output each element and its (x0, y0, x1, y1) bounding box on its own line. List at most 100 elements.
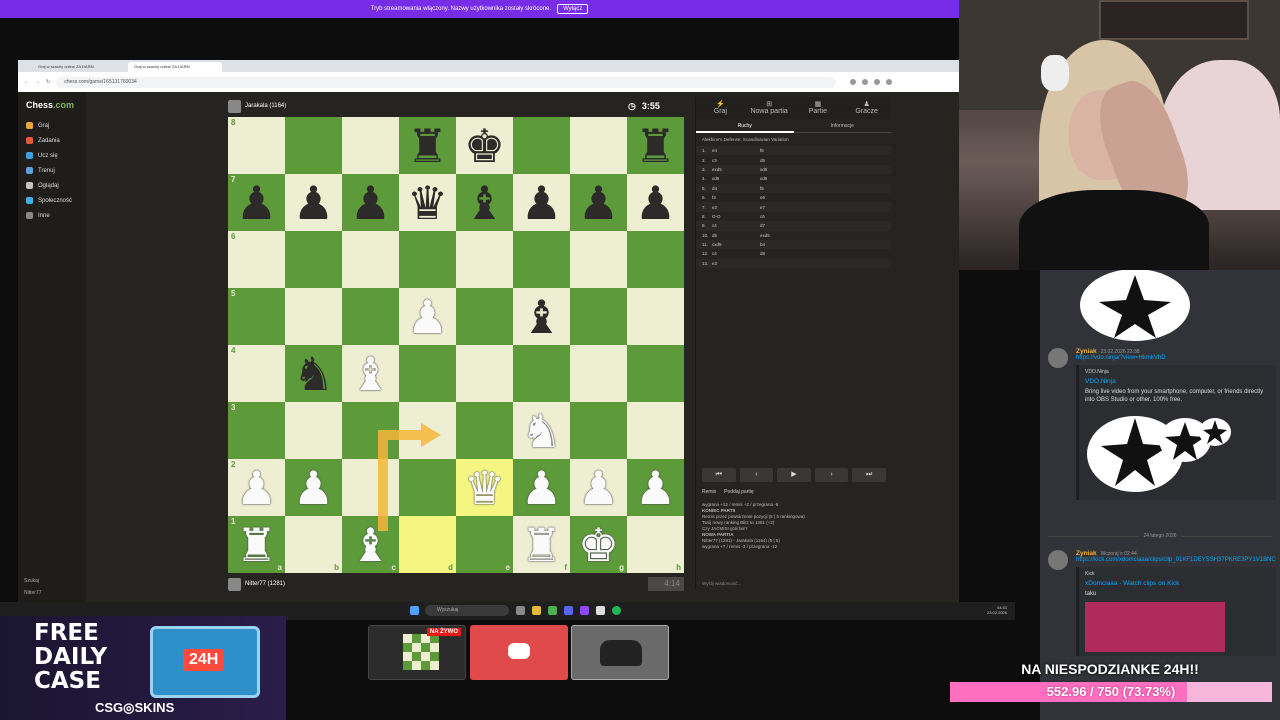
white-move[interactable]: xd5 (712, 176, 760, 181)
prev-move-button[interactable]: ‹ (739, 468, 774, 482)
square-e2[interactable]: ♛ (456, 459, 513, 516)
black-move[interactable]: exd5 (760, 233, 808, 238)
tab-players[interactable]: ♟ Gracze (842, 97, 891, 119)
square-g7[interactable]: ♟ (570, 174, 627, 231)
tab-info[interactable]: Informacje (794, 123, 892, 129)
square-c8[interactable] (342, 117, 399, 174)
square-f8[interactable] (513, 117, 570, 174)
white-pawn-icon[interactable]: ♟ (521, 465, 562, 511)
square-b2[interactable]: ♟ (285, 459, 342, 516)
app-icon[interactable] (596, 606, 605, 615)
url-input[interactable]: chess.com/game/165131760034 (56, 76, 837, 88)
browser-tab[interactable]: Graj w szachy online ZA DARM (32, 62, 126, 72)
square-b3[interactable] (285, 402, 342, 459)
black-move[interactable]: d5 (760, 158, 808, 163)
start-icon[interactable] (410, 606, 419, 615)
black-pawn-icon[interactable]: ♟ (635, 180, 676, 226)
app-icon[interactable] (564, 606, 573, 615)
square-e8[interactable]: ♚ (456, 117, 513, 174)
black-pawn-icon[interactable]: ♟ (293, 180, 334, 226)
taskview-icon[interactable] (516, 606, 525, 615)
sidebar-item-watch[interactable]: Oglądaj (18, 178, 86, 193)
white-move[interactable]: d4 (712, 186, 760, 191)
square-b8[interactable] (285, 117, 342, 174)
black-pawn-icon[interactable]: ♟ (521, 180, 562, 226)
square-d8[interactable]: ♜ (399, 117, 456, 174)
black-pawn-icon[interactable]: ♟ (578, 180, 619, 226)
sidebar-item-more[interactable]: Inne (18, 208, 86, 223)
square-a7[interactable]: ♟ 7 (228, 174, 285, 231)
sidebar-item-train[interactable]: Trenuj (18, 163, 86, 178)
disable-button[interactable]: Wyłącz (557, 4, 589, 14)
extension-icon[interactable] (862, 79, 869, 85)
square-d3[interactable] (399, 402, 456, 459)
black-bishop-icon[interactable]: ♝ (464, 180, 505, 226)
white-move[interactable]: cxd5 (712, 242, 760, 247)
square-h4[interactable] (627, 345, 684, 402)
resign-button[interactable]: Poddaj partię (724, 489, 753, 495)
sidebar-item-play[interactable]: Graj (18, 118, 86, 133)
square-g1[interactable]: ♚ g (570, 516, 627, 573)
white-pawn-icon[interactable]: ♟ (236, 465, 277, 511)
square-e6[interactable] (456, 231, 513, 288)
black-move[interactable]: d8 (760, 251, 808, 256)
square-h6[interactable] (627, 231, 684, 288)
square-g8[interactable] (570, 117, 627, 174)
profile-icon[interactable] (886, 79, 893, 85)
folder-icon[interactable] (532, 606, 541, 615)
square-b7[interactable]: ♟ (285, 174, 342, 231)
square-h8[interactable]: ♜ (627, 117, 684, 174)
forward-icon[interactable]: → (35, 79, 40, 85)
white-pawn-icon[interactable]: ♟ (578, 465, 619, 511)
square-f2[interactable]: ♟ (513, 459, 570, 516)
first-move-button[interactable]: ⏮ (702, 468, 736, 482)
white-rook-icon[interactable]: ♜ (521, 522, 562, 568)
avatar[interactable] (1048, 348, 1068, 368)
search-link[interactable]: Szukaj (24, 578, 42, 584)
black-king-icon[interactable]: ♚ (464, 123, 505, 169)
square-a2[interactable]: ♟ 2 (228, 459, 285, 516)
black-pawn-icon[interactable]: ♟ (236, 180, 277, 226)
white-move[interactable]: exd5 (712, 167, 760, 172)
black-rook-icon[interactable]: ♜ (635, 123, 676, 169)
square-b4[interactable]: ♞ (285, 345, 342, 402)
white-move[interactable]: c4 (712, 251, 760, 256)
white-king-icon[interactable]: ♚ (578, 522, 619, 568)
chess-board[interactable]: 8 ♜ ♚ ♜ ♟ 7 ♟ ♟ ♛ ♝ ♟ ♟ ♟ 6 5 ♟ ♝ 4 ♞ ♝ 3 ♞ ♟ 2 ♟ ♛ ♟ ♟ ♟ ♜ 1 a b ♝ c d e ♜ f ♚… (228, 117, 684, 573)
tab-new-game[interactable]: ⊞ Nowa partia (745, 97, 794, 119)
play-button[interactable]: ▶ (777, 468, 811, 482)
square-g6[interactable] (570, 231, 627, 288)
square-c3[interactable] (342, 402, 399, 459)
white-queen-icon[interactable]: ♛ (464, 465, 505, 511)
sidebar-item-community[interactable]: Społeczność (18, 193, 86, 208)
black-rook-icon[interactable]: ♜ (407, 123, 448, 169)
square-g4[interactable] (570, 345, 627, 402)
clip-thumbnail[interactable] (1085, 602, 1225, 652)
square-e3[interactable] (456, 402, 513, 459)
white-knight-icon[interactable]: ♞ (521, 408, 562, 454)
square-c6[interactable] (342, 231, 399, 288)
white-move[interactable]: e2 (712, 205, 760, 210)
square-b6[interactable] (285, 231, 342, 288)
square-d2[interactable] (399, 459, 456, 516)
square-d7[interactable]: ♛ (399, 174, 456, 231)
square-d4[interactable] (399, 345, 456, 402)
message-link[interactable]: https://vdo.ninja/?view=HkmkVhD (1076, 355, 1166, 361)
profile-link[interactable]: Nitter77 (24, 590, 42, 596)
square-f7[interactable]: ♟ (513, 174, 570, 231)
browser-tab-active[interactable]: Graj w szachy online ZA DARM (128, 62, 222, 72)
draw-button[interactable]: Remis (702, 489, 716, 495)
white-move[interactable]: c3 (712, 158, 760, 163)
white-rook-icon[interactable]: ♜ (236, 522, 277, 568)
square-e4[interactable] (456, 345, 513, 402)
white-bishop-icon[interactable]: ♝ (350, 522, 391, 568)
white-move[interactable]: f3 (712, 195, 760, 200)
back-icon[interactable]: ← (24, 79, 29, 85)
square-e5[interactable] (456, 288, 513, 345)
black-bishop-icon[interactable]: ♝ (521, 294, 562, 340)
square-f3[interactable]: ♞ (513, 402, 570, 459)
black-move[interactable]: xd5 (760, 167, 808, 172)
next-move-button[interactable]: › (814, 468, 849, 482)
black-move[interactable]: xd5 (760, 176, 808, 181)
chess-logo[interactable]: Chess.com (18, 92, 86, 118)
